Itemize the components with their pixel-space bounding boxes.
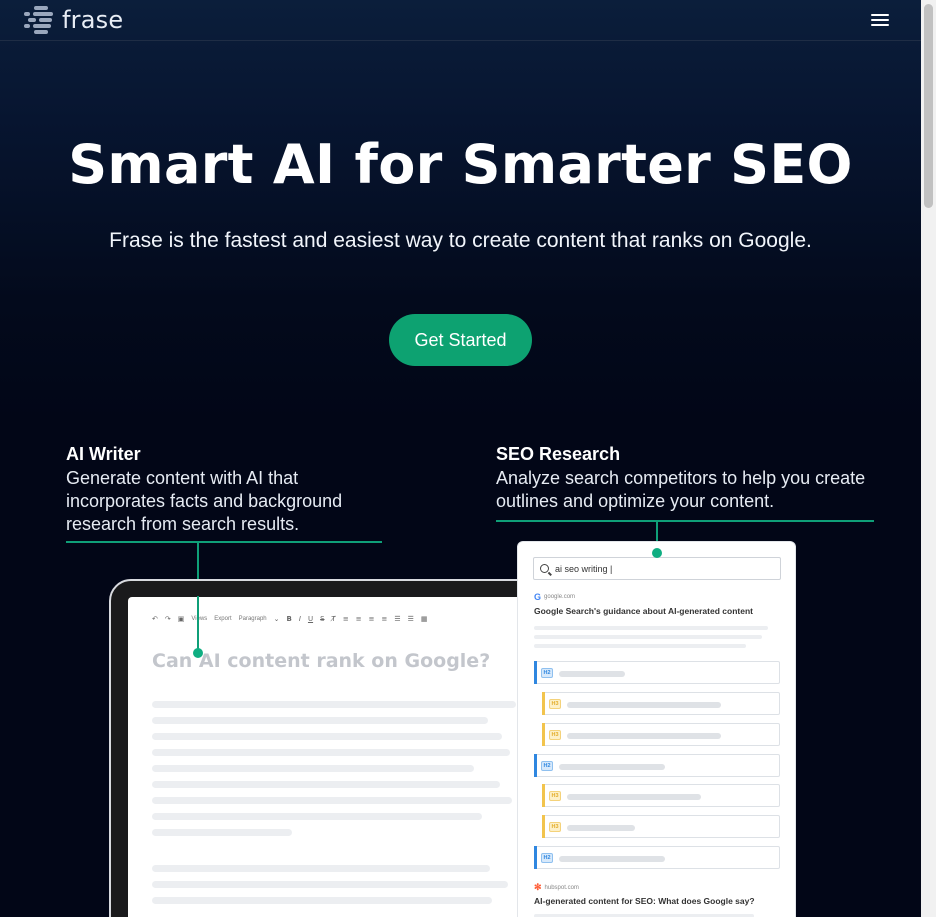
underline-button[interactable]: U (308, 615, 313, 623)
result-domain: hubspot.com (544, 884, 579, 891)
hero-subtitle: Frase is the fastest and easiest way to … (109, 229, 812, 252)
align-right-icon[interactable]: ≡ (369, 615, 375, 623)
result-source: ✻ hubspot.com (534, 882, 579, 893)
seo-research-feature: SEO Research Analyze search competitors … (496, 444, 896, 513)
seo-search-input[interactable]: ai seo writing | (533, 557, 781, 580)
views-menu[interactable]: Views (191, 616, 207, 622)
snippet-line (534, 626, 768, 630)
seo-research-panel: ai seo writing | G google.com Google Sea… (518, 542, 795, 917)
strikethrough-button[interactable]: S (320, 615, 324, 623)
bold-button[interactable]: B (287, 615, 292, 623)
text-placeholder-line (152, 749, 510, 756)
ai-writer-divider (66, 541, 382, 543)
text-placeholder-line (152, 897, 492, 904)
outline-heading-h3[interactable]: H3 (542, 815, 780, 838)
seo-research-dot (652, 548, 662, 558)
text-placeholder-line (152, 733, 502, 740)
text-placeholder-line (152, 781, 500, 788)
outline-heading-h3[interactable]: H3 (542, 784, 780, 807)
ai-writer-description: Generate content with AI that incorporat… (66, 468, 343, 534)
text-placeholder-line (152, 797, 512, 804)
outline-heading-h2[interactable]: H2 (534, 661, 780, 684)
hero-title: Smart AI for Smarter SEO (68, 133, 853, 196)
ai-writer-dot (193, 648, 203, 658)
clear-format-icon[interactable]: T̸ (332, 615, 336, 623)
logo[interactable]: frase (24, 5, 123, 35)
seo-research-title: SEO Research (496, 444, 621, 464)
chevron-down-icon: ⌄ (273, 615, 280, 623)
outline-heading-h3[interactable]: H3 (542, 723, 780, 746)
ai-writer-connector-inner (197, 596, 199, 652)
top-nav: frase (0, 0, 921, 41)
search-icon (540, 564, 549, 573)
italic-button[interactable]: I (299, 615, 301, 623)
redo-icon[interactable]: ↷ (165, 615, 171, 623)
text-placeholder-line (152, 813, 482, 820)
editor-screen: ↶ ↷ ▣ Views Export Paragraph ⌄ B I U S T… (128, 597, 548, 917)
bullet-list-icon[interactable]: ☰ (394, 615, 400, 623)
text-placeholder-line (152, 701, 516, 708)
align-left-icon[interactable]: ≡ (343, 615, 349, 623)
outline-heading-h2[interactable]: H2 (534, 846, 780, 869)
export-menu[interactable]: Export (214, 616, 231, 622)
text-placeholder-line (152, 881, 508, 888)
result-source: G google.com (534, 592, 575, 602)
ai-writer-feature: AI Writer Generate content with AI that … (66, 444, 386, 536)
outline-heading-h2[interactable]: H2 (534, 754, 780, 777)
text-placeholder-line (152, 765, 474, 772)
seo-research-description: Analyze search competitors to help you c… (496, 468, 866, 511)
text-placeholder-line (152, 717, 488, 724)
result-domain: google.com (544, 594, 576, 600)
result-title[interactable]: AI-generated content for SEO: What does … (534, 896, 755, 906)
search-query: ai seo writing | (555, 563, 613, 574)
hamburger-menu-icon[interactable] (871, 13, 889, 27)
laptop-mockup: ↶ ↷ ▣ Views Export Paragraph ⌄ B I U S T… (109, 579, 548, 917)
numbered-list-icon[interactable]: ☰ (408, 615, 414, 623)
hubspot-icon: ✻ (534, 882, 542, 892)
align-justify-icon[interactable]: ≡ (381, 615, 387, 623)
undo-icon[interactable]: ↶ (152, 615, 158, 623)
scrollbar-thumb[interactable] (924, 4, 933, 208)
align-center-icon[interactable]: ≡ (356, 615, 362, 623)
snippet-line (534, 644, 746, 648)
google-icon: G (534, 592, 542, 602)
snippet-line (534, 635, 762, 639)
text-placeholder-line (152, 865, 490, 872)
outline-heading-h3[interactable]: H3 (542, 692, 780, 715)
text-placeholder-line (152, 829, 292, 836)
editor-toolbar: ↶ ↷ ▣ Views Export Paragraph ⌄ B I U S T… (152, 611, 548, 627)
logo-text: frase (62, 6, 124, 34)
frase-logo-icon (24, 5, 56, 35)
ai-writer-title: AI Writer (66, 444, 141, 464)
seo-research-divider (496, 520, 874, 522)
get-started-button[interactable]: Get Started (389, 314, 532, 366)
page: frase Smart AI for Smarter SEO Frase is … (0, 0, 921, 917)
table-icon[interactable]: ▦ (421, 615, 428, 623)
page-scrollbar[interactable] (921, 0, 936, 917)
paragraph-select[interactable]: Paragraph (239, 616, 267, 622)
save-icon[interactable]: ▣ (178, 615, 185, 623)
result-title[interactable]: Google Search's guidance about AI-genera… (534, 606, 753, 616)
